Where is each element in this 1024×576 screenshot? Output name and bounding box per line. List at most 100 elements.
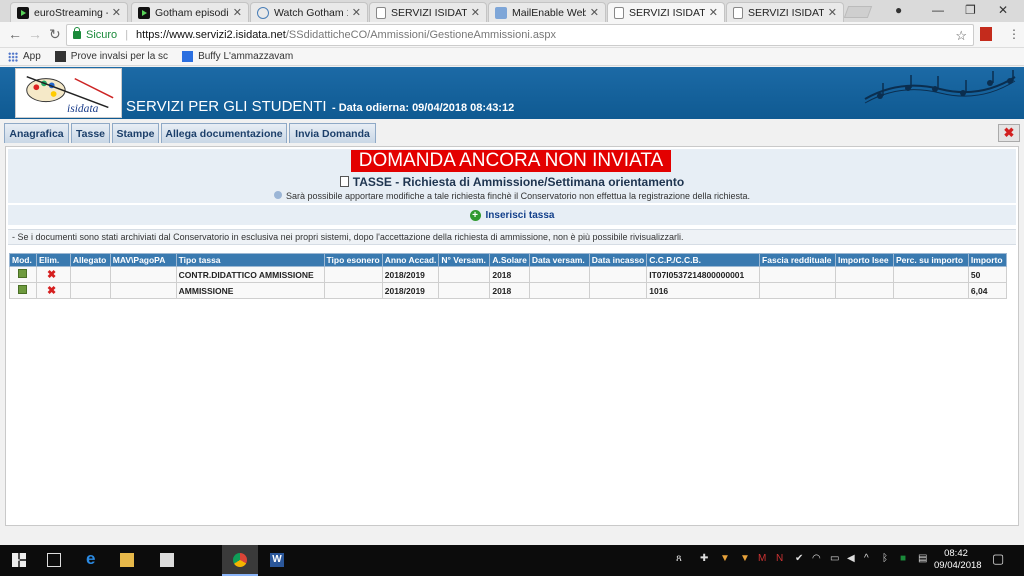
column-header: A.Solare [489,253,530,267]
music-notes-decoration [864,70,1016,104]
tab-anagrafica[interactable]: Anagrafica [4,123,69,143]
browser-tab-active[interactable]: SERVIZI ISIDATA -✕ [607,2,725,22]
browser-tab[interactable]: Watch Gotham 1x✕ [250,2,368,22]
chevron-up-icon[interactable]: ^ [864,553,869,564]
tray-n-icon[interactable]: N [776,553,783,564]
volume-icon[interactable]: ◀ [847,553,855,564]
browser-tab[interactable]: euroStreaming - S✕ [10,2,128,22]
tab-invia-domanda[interactable]: Invia Domanda [289,123,376,143]
close-tab-icon[interactable]: ✕ [471,6,480,19]
restore-icon[interactable]: ❐ [965,3,976,17]
address-separator: | [125,29,129,41]
file-explorer-icon[interactable] [120,553,134,567]
close-tab-icon[interactable]: ✕ [590,6,599,19]
clock-time: 08:42 [944,548,968,559]
tab-tasse[interactable]: Tasse [71,123,110,143]
fees-table: Mod. Elim. Allegato MAV\PagoPA Tipo tass… [9,253,1008,299]
document-icon [339,176,349,187]
table-cell [759,282,837,299]
table-cell [69,282,111,299]
reload-icon[interactable]: ↻ [49,26,61,43]
notifications-icon[interactable]: ▢ [992,551,1004,567]
site-header: isidata SERVIZI PER GLI STUDENTI - Data … [0,67,1024,119]
table-cell [528,282,590,299]
column-header: Perc. su importo [892,253,969,267]
documents-notice: - Se i documenti sono stati archiviati d… [8,229,1016,245]
bookmark-apps[interactable]: App [8,51,41,62]
url-host: https://www.servizi2.isidata.net [136,29,286,41]
browser-tab[interactable]: Gotham episodi - ✕ [131,2,249,22]
table-cell [109,282,177,299]
lock-icon [73,27,81,39]
task-view-icon[interactable] [47,553,61,567]
browser-tab[interactable]: SERVIZI ISIDATA -✕ [369,2,487,22]
close-tab-icon[interactable]: ✕ [709,6,718,19]
tray-triangle-icon[interactable]: ▼ [740,553,750,564]
table-cell [835,266,894,283]
info-icon [273,191,282,199]
edit-icon[interactable] [18,285,27,294]
wifi-icon[interactable]: ◠ [812,553,821,564]
menu-icon[interactable]: ⋮ [1008,27,1020,41]
tray-app-icon[interactable]: ✚ [700,553,708,564]
table-cell: 2018/2019 [381,266,440,283]
table-cell [109,266,177,283]
page-subtitle: TASSE - Richiesta di Ammissione/Settiman… [8,175,1016,189]
close-tab-icon[interactable]: ✕ [112,6,121,19]
people-icon[interactable]: ጸ [676,553,682,564]
tray-m-icon[interactable]: M [758,553,766,564]
browser-toolbar: ← → ↻ Sicuro | https://www.servizi2.isid… [0,22,1024,48]
profile-icon[interactable]: ● [895,3,902,17]
keyboard-icon[interactable]: ▤ [918,553,927,564]
browser-tab-strip: euroStreaming - S✕ Gotham episodi -✕ Wat… [0,0,1024,22]
tray-check-icon[interactable]: ✔ [795,553,803,564]
forward-icon[interactable]: → [28,26,42,42]
mail-app-icon[interactable] [160,553,174,567]
table-cell: 2018/2019 [381,282,440,299]
bluetooth-icon[interactable]: ᛒ [882,553,888,564]
bookmark-star-icon[interactable]: ☆ [955,28,967,44]
table-cell [323,282,383,299]
nvidia-icon[interactable]: ■ [900,553,906,564]
table-cell [588,266,648,283]
close-tab-icon[interactable]: ✕ [828,6,837,19]
delete-icon[interactable]: ✖ [47,269,56,281]
windows-start-icon[interactable] [12,553,26,567]
word-icon[interactable]: W [270,553,284,567]
system-clock[interactable]: 08:42 09/04/2018 [934,548,982,572]
bookmark-item[interactable]: Prove invalsi per la sc [54,51,168,62]
table-header-row: Mod. Elim. Allegato MAV\PagoPA Tipo tass… [9,253,1008,267]
column-header: Mod. [9,253,37,267]
window-close-icon[interactable]: ✕ [998,3,1008,17]
back-icon[interactable]: ← [8,26,22,42]
browser-tab[interactable]: SERVIZI ISIDATA -✕ [726,2,844,22]
edit-icon[interactable] [18,269,27,278]
column-header: Data incasso [588,253,648,267]
add-fee-link[interactable]: Inserisci tassa [486,210,555,221]
close-tab-icon[interactable]: ✕ [352,6,361,19]
address-bar[interactable]: Sicuro | https://www.servizi2.isidata.ne… [66,24,974,46]
battery-icon[interactable]: ▭ [830,553,839,564]
tab-allega-documentazione[interactable]: Allega documentazione [161,123,287,143]
close-tab-icon[interactable]: ✕ [233,6,242,19]
table-cell: 50 [967,266,1008,283]
tab-stampe[interactable]: Stampe [112,123,159,143]
pdf-extension-icon[interactable] [980,27,992,41]
url-path: /SSdidatticheCO/Ammissioni/GestioneAmmis… [285,29,557,41]
delete-icon[interactable]: ✖ [47,285,56,297]
tray-triangle-icon[interactable]: ▼ [720,553,730,564]
current-date: - Data odierna: 09/04/2018 08:43:12 [332,102,515,114]
table-cell: 2018 [489,282,530,299]
browser-tab[interactable]: MailEnable Web M✕ [488,2,606,22]
table-cell [759,266,837,283]
plus-icon[interactable]: + [469,209,481,221]
column-header: Tipo tassa [175,253,325,267]
chrome-icon[interactable] [233,553,247,567]
column-header: Anno Accad. [381,253,440,267]
edge-icon[interactable]: e [86,549,100,568]
close-page-button[interactable]: ✖ [998,124,1020,142]
new-tab-button[interactable] [843,6,873,18]
bookmark-item[interactable]: Buffy L'ammazzavam [182,51,293,62]
minimize-icon[interactable]: — [932,3,944,17]
section-tabs: Anagrafica Tasse Stampe Allega documenta… [0,119,1024,144]
